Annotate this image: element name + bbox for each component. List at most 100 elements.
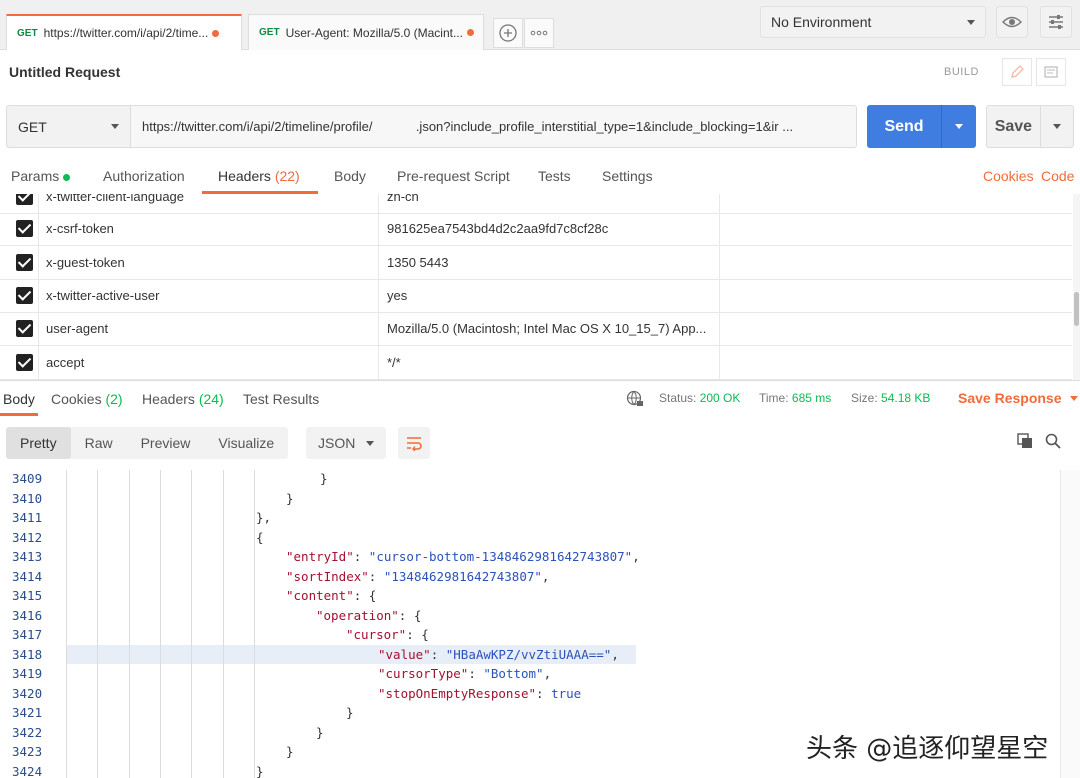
format-toolbar: Pretty Raw Preview Visualize	[6, 427, 289, 459]
watermark-text: 头条 @追逐仰望星空	[806, 728, 1049, 765]
headers-scrollbar-thumb[interactable]	[1074, 292, 1079, 326]
code-line: 3418 "value": "HBaAwKPZ/vvZtiUAAA==",	[12, 644, 636, 664]
indent-guide	[129, 470, 130, 778]
header-value[interactable]: 1350 5443	[387, 246, 717, 279]
json-value: "cursor-bottom-1348462981642743807"	[368, 549, 633, 564]
header-key[interactable]: x-twitter-client-language	[46, 194, 376, 213]
status-label: Status:	[659, 391, 697, 405]
request-title[interactable]: Untitled Request	[9, 64, 120, 80]
json-value: "HBaAwKPZ/vvZtiUAAA=="	[445, 646, 612, 662]
json-key: "operation"	[316, 607, 399, 623]
document-icon	[1044, 66, 1058, 78]
ellipsis-icon	[530, 30, 548, 36]
preview-button[interactable]: Preview	[127, 427, 205, 459]
tab-method: GET	[17, 27, 38, 39]
http-method-select[interactable]: GET	[6, 105, 130, 148]
tab-body[interactable]: Body	[334, 168, 366, 184]
send-options-button[interactable]	[941, 105, 976, 148]
documentation-button[interactable]	[1036, 58, 1066, 86]
manage-environments-button[interactable]	[1040, 6, 1072, 38]
json-key: "sortIndex"	[286, 568, 369, 584]
tab-headers[interactable]: Headers (22)	[218, 168, 300, 184]
response-size: Size: 54.18 KB	[851, 391, 930, 405]
indent-guide	[254, 470, 255, 778]
tab-authorization[interactable]: Authorization	[103, 168, 185, 184]
environment-select[interactable]: No Environment	[760, 6, 986, 38]
save-options-button[interactable]	[1039, 106, 1073, 147]
line-number: 3414	[12, 568, 43, 584]
code-text: }	[346, 705, 354, 720]
environment-quick-look-button[interactable]	[996, 6, 1028, 38]
tab-settings[interactable]: Settings	[602, 168, 653, 184]
header-value[interactable]: Mozilla/5.0 (Macintosh; Intel Mac OS X 1…	[387, 312, 717, 345]
header-value[interactable]: 981625ea7543bd4d2c2aa9fd7c8cf28c	[387, 212, 717, 245]
line-number: 3420	[12, 685, 43, 701]
raw-button[interactable]: Raw	[71, 427, 127, 459]
chevron-down-icon	[955, 124, 963, 129]
tab-response-body[interactable]: Body	[3, 391, 35, 407]
request-tab-2[interactable]: GET User-Agent: Mozilla/5.0 (Macint...	[248, 14, 484, 50]
tab-method: GET	[259, 27, 280, 38]
new-tab-button[interactable]	[493, 18, 523, 48]
send-button[interactable]: Send	[867, 105, 976, 148]
header-enabled-checkbox[interactable]	[16, 287, 33, 304]
header-enabled-checkbox[interactable]	[16, 254, 33, 271]
header-enabled-checkbox[interactable]	[16, 354, 33, 371]
header-key[interactable]: x-twitter-active-user	[46, 279, 376, 312]
url-input[interactable]	[130, 105, 857, 148]
table-row: accept */*	[0, 346, 1072, 380]
tab-test-results[interactable]: Test Results	[243, 391, 319, 407]
line-number: 3415	[12, 588, 43, 603]
wrap-lines-icon	[407, 437, 422, 451]
headers-count: (24)	[198, 391, 224, 407]
code-text: "entryId": "cursor-bottom-13484629816427…	[286, 547, 640, 567]
json-colon: :	[398, 607, 414, 623]
line-number: 3411	[12, 510, 43, 525]
header-enabled-checkbox[interactable]	[16, 320, 33, 337]
header-key[interactable]: x-csrf-token	[46, 212, 376, 245]
table-row: x-csrf-token 981625ea7543bd4d2c2aa9fd7c8…	[0, 212, 1072, 246]
code-link[interactable]: Code	[1041, 168, 1074, 184]
request-tab-1[interactable]: GET https://twitter.com/i/api/2/time...	[6, 14, 242, 50]
line-number: 3421	[12, 705, 43, 720]
tab-prerequest-script[interactable]: Pre-request Script	[397, 168, 510, 184]
pretty-button[interactable]: Pretty	[6, 427, 71, 459]
header-key[interactable]: user-agent	[46, 312, 376, 345]
size-label: Size:	[851, 391, 878, 405]
tab-title: https://twitter.com/i/api/2/time...	[43, 26, 209, 40]
more-tabs-button[interactable]	[524, 18, 554, 48]
table-row: user-agent Mozilla/5.0 (Macintosh; Intel…	[0, 312, 1072, 346]
format-type-select[interactable]: JSON	[306, 427, 386, 459]
save-response-button[interactable]: Save Response	[958, 390, 1078, 406]
header-key[interactable]: x-guest-token	[46, 246, 376, 279]
indent-guide	[97, 470, 98, 778]
build-mode-label[interactable]: BUILD	[944, 66, 979, 78]
header-enabled-checkbox[interactable]	[16, 194, 33, 205]
header-enabled-checkbox[interactable]	[16, 220, 33, 237]
header-key[interactable]: accept	[46, 346, 376, 379]
headers-scrollbar[interactable]	[1073, 194, 1080, 380]
header-value[interactable]: yes	[387, 279, 717, 312]
visualize-button[interactable]: Visualize	[204, 427, 288, 459]
cookies-link[interactable]: Cookies	[983, 168, 1034, 184]
save-button[interactable]: Save	[986, 105, 1074, 148]
pencil-icon	[1011, 65, 1024, 78]
json-key: "value"	[378, 646, 431, 662]
globe-lock-icon[interactable]	[626, 390, 644, 408]
response-scrollbar[interactable]	[1060, 470, 1080, 778]
tab-response-headers[interactable]: Headers (24)	[142, 391, 224, 407]
json-value: {	[368, 588, 377, 603]
tab-response-cookies[interactable]: Cookies (2)	[51, 391, 123, 407]
headers-table: x-twitter-client-language zh-cn x-csrf-t…	[0, 194, 1072, 380]
wrap-lines-button[interactable]	[398, 427, 430, 459]
line-number: 3422	[12, 724, 43, 740]
status-dot-icon	[63, 173, 71, 181]
tab-params[interactable]: Params	[11, 168, 71, 184]
search-icon[interactable]	[1045, 433, 1061, 449]
size-value: 54.18 KB	[881, 391, 931, 405]
header-value[interactable]: */*	[387, 346, 717, 379]
header-value[interactable]: zh-cn	[387, 194, 717, 213]
tab-tests[interactable]: Tests	[538, 168, 571, 184]
copy-icon[interactable]	[1017, 433, 1033, 449]
edit-button[interactable]	[1002, 58, 1032, 86]
